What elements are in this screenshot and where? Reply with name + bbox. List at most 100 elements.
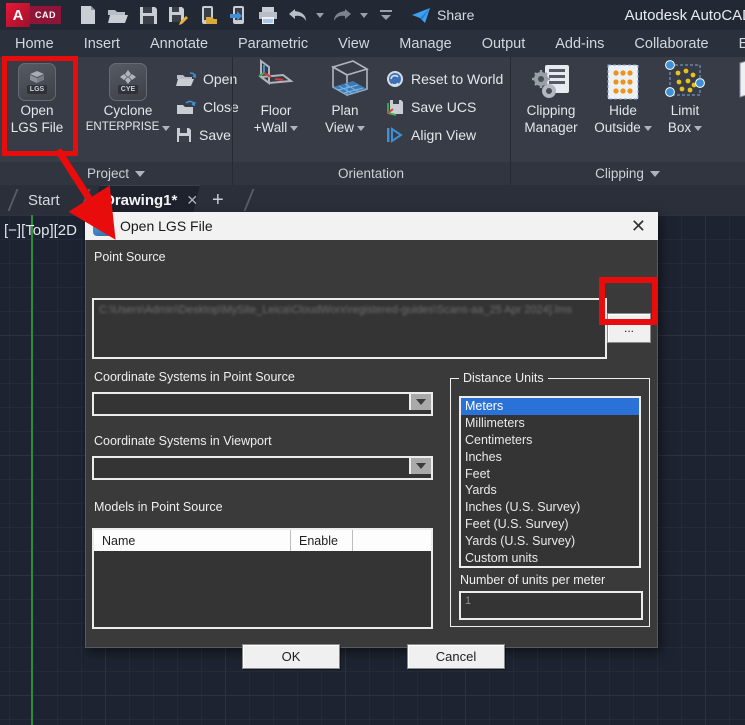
models-table-header: NameEnable: [94, 530, 431, 551]
cs-viewport-combobox[interactable]: [92, 456, 433, 480]
project-panel-label[interactable]: Project: [0, 162, 232, 185]
unit-option-millimeters[interactable]: Millimeters: [461, 415, 639, 432]
models-column-enable[interactable]: Enable: [291, 530, 353, 551]
floor-wall-dropdown-icon[interactable]: [290, 126, 298, 131]
clipping-panel-dropdown-icon: [650, 171, 660, 177]
autocad-logo-a: A: [6, 3, 30, 27]
reset-to-world-button[interactable]: Reset to World: [386, 65, 503, 93]
clipping-panel-label[interactable]: Clipping: [510, 162, 745, 185]
redo-dropdown-icon[interactable]: [360, 13, 368, 18]
undo-icon[interactable]: [285, 3, 311, 27]
unit-option-feet[interactable]: Feet: [461, 465, 639, 482]
combo-dropdown-icon[interactable]: [409, 394, 431, 410]
unit-option-custom-units[interactable]: Custom units: [461, 549, 639, 566]
open-from-mobile-icon[interactable]: [195, 3, 221, 27]
save-as-icon[interactable]: [165, 3, 191, 27]
unit-option-yards[interactable]: Yards: [461, 482, 639, 499]
new-drawing-tab-icon[interactable]: +: [212, 185, 224, 215]
project-open-button[interactable]: Open: [176, 65, 239, 93]
ribbon-tab-view[interactable]: View: [323, 30, 384, 57]
hide-outside-button[interactable]: Hide Outside: [594, 63, 652, 135]
browse-button[interactable]: ...: [607, 313, 651, 343]
share-button[interactable]: Share: [411, 7, 474, 24]
tab-drawing1[interactable]: Drawing1* ✕: [104, 185, 198, 215]
lgs-dialog-icon: ‹: [93, 217, 112, 236]
models-column-name[interactable]: Name: [94, 530, 291, 551]
ribbon-tab-output[interactable]: Output: [467, 30, 541, 57]
unit-option-centimeters[interactable]: Centimeters: [461, 432, 639, 449]
limit-box-icon: [664, 59, 706, 101]
share-label: Share: [437, 7, 474, 23]
autocad-logo[interactable]: A CAD: [6, 3, 61, 27]
autocad-window: A CAD: [0, 0, 745, 725]
distance-units-listbox[interactable]: MetersMillimetersCentimetersInchesFeetYa…: [459, 396, 641, 568]
ribbon-tab-manage[interactable]: Manage: [384, 30, 466, 57]
save-ucs-button[interactable]: Save UCS: [386, 93, 503, 121]
ribbon-panel-labels: Project Orientation Clipping: [0, 162, 745, 185]
open-folder-icon: [176, 72, 196, 87]
customize-toolbar-icon[interactable]: [373, 3, 399, 27]
point-source-label: Point Source: [94, 250, 166, 264]
hide-outside-icon: [606, 63, 640, 101]
unit-option-inches-u-s-survey-[interactable]: Inches (U.S. Survey): [461, 499, 639, 516]
unit-option-meters[interactable]: Meters: [461, 398, 639, 415]
dialog-titlebar[interactable]: ‹ Open LGS File ✕: [85, 212, 658, 240]
floor-wall-button[interactable]: Floor +Wall: [246, 59, 306, 135]
dialog-body: Point Source C:\Users\Admin\Desktop\MySi…: [85, 240, 658, 648]
unit-option-yards-u-s-survey-[interactable]: Yards (U.S. Survey): [461, 532, 639, 549]
ok-button[interactable]: OK: [242, 644, 340, 669]
unit-option-inches[interactable]: Inches: [461, 448, 639, 465]
distance-units-group: Distance Units MetersMillimetersCentimet…: [450, 378, 650, 627]
dialog-close-icon[interactable]: ✕: [631, 212, 646, 240]
ribbon-tab-express[interactable]: Express: [724, 30, 745, 57]
tab-start[interactable]: Start: [28, 185, 60, 215]
units-per-meter-input[interactable]: 1: [459, 591, 643, 620]
limit-box-dropdown-icon[interactable]: [694, 126, 702, 131]
autocad-logo-cad: CAD: [30, 6, 61, 24]
plot-icon[interactable]: [255, 3, 281, 27]
orientation-panel-label[interactable]: Orientation: [232, 162, 510, 185]
undo-dropdown-icon[interactable]: [316, 13, 324, 18]
combo-dropdown-icon[interactable]: [409, 458, 431, 474]
cs-point-source-combobox[interactable]: [92, 392, 433, 416]
lgs-icon: LGS: [18, 63, 56, 101]
plan-view-dropdown-icon[interactable]: [357, 126, 365, 131]
models-table[interactable]: NameEnable: [92, 528, 433, 629]
clipped-edge-icon: [730, 59, 745, 101]
open-file-icon[interactable]: [105, 3, 131, 27]
cyclone-enterprise-button[interactable]: CYE Cyclone ENTERPRISE: [82, 63, 174, 135]
cs-viewport-label: Coordinate Systems in Viewport: [94, 434, 272, 448]
new-file-icon[interactable]: [75, 3, 101, 27]
ribbon-tab-parametric[interactable]: Parametric: [223, 30, 323, 57]
point-source-field[interactable]: C:\Users\Admin\Desktop\MySite_Leica\Clou…: [92, 298, 607, 359]
point-source-path: C:\Users\Admin\Desktop\MySite_Leica\Clou…: [99, 303, 600, 318]
save-icon[interactable]: [135, 3, 161, 27]
save-to-mobile-icon[interactable]: [225, 3, 251, 27]
project-save-button[interactable]: Save: [176, 121, 239, 149]
save-ucs-icon: [386, 99, 404, 116]
ribbon: LGS Open LGS File CYE Cyclone ENTERPRISE…: [0, 57, 745, 162]
ribbon-tab-annotate[interactable]: Annotate: [135, 30, 223, 57]
clipping-manager-button[interactable]: Clipping Manager: [518, 63, 584, 135]
clipped-edge-button[interactable]: X A: [722, 59, 745, 135]
open-lgs-file-button[interactable]: LGS Open LGS File: [6, 63, 68, 135]
ribbon-tab-home[interactable]: Home: [0, 30, 69, 57]
plan-view-button[interactable]: Plan View: [314, 59, 376, 135]
cyclone-dropdown-icon[interactable]: [162, 126, 170, 131]
panel-separator: [510, 57, 511, 185]
cancel-button[interactable]: Cancel: [407, 644, 505, 669]
project-close-button[interactable]: Close: [176, 93, 239, 121]
ribbon-tab-collaborate[interactable]: Collaborate: [619, 30, 723, 57]
viewport-controls-label[interactable]: [−][Top][2D: [4, 222, 77, 239]
redo-icon[interactable]: [329, 3, 355, 27]
align-view-button[interactable]: Align View: [386, 121, 503, 149]
tab-separator: [244, 189, 255, 211]
hide-outside-dropdown-icon[interactable]: [644, 126, 652, 131]
ribbon-tab-add-ins[interactable]: Add-ins: [540, 30, 619, 57]
limit-box-button[interactable]: Limit Box: [658, 59, 712, 135]
file-tab-bar: Start Drawing1* ✕ +: [0, 185, 745, 215]
align-view-icon: [386, 127, 404, 143]
unit-option-feet-u-s-survey-[interactable]: Feet (U.S. Survey): [461, 516, 639, 533]
ribbon-tab-insert[interactable]: Insert: [69, 30, 135, 57]
tab-close-icon[interactable]: ✕: [186, 192, 198, 209]
